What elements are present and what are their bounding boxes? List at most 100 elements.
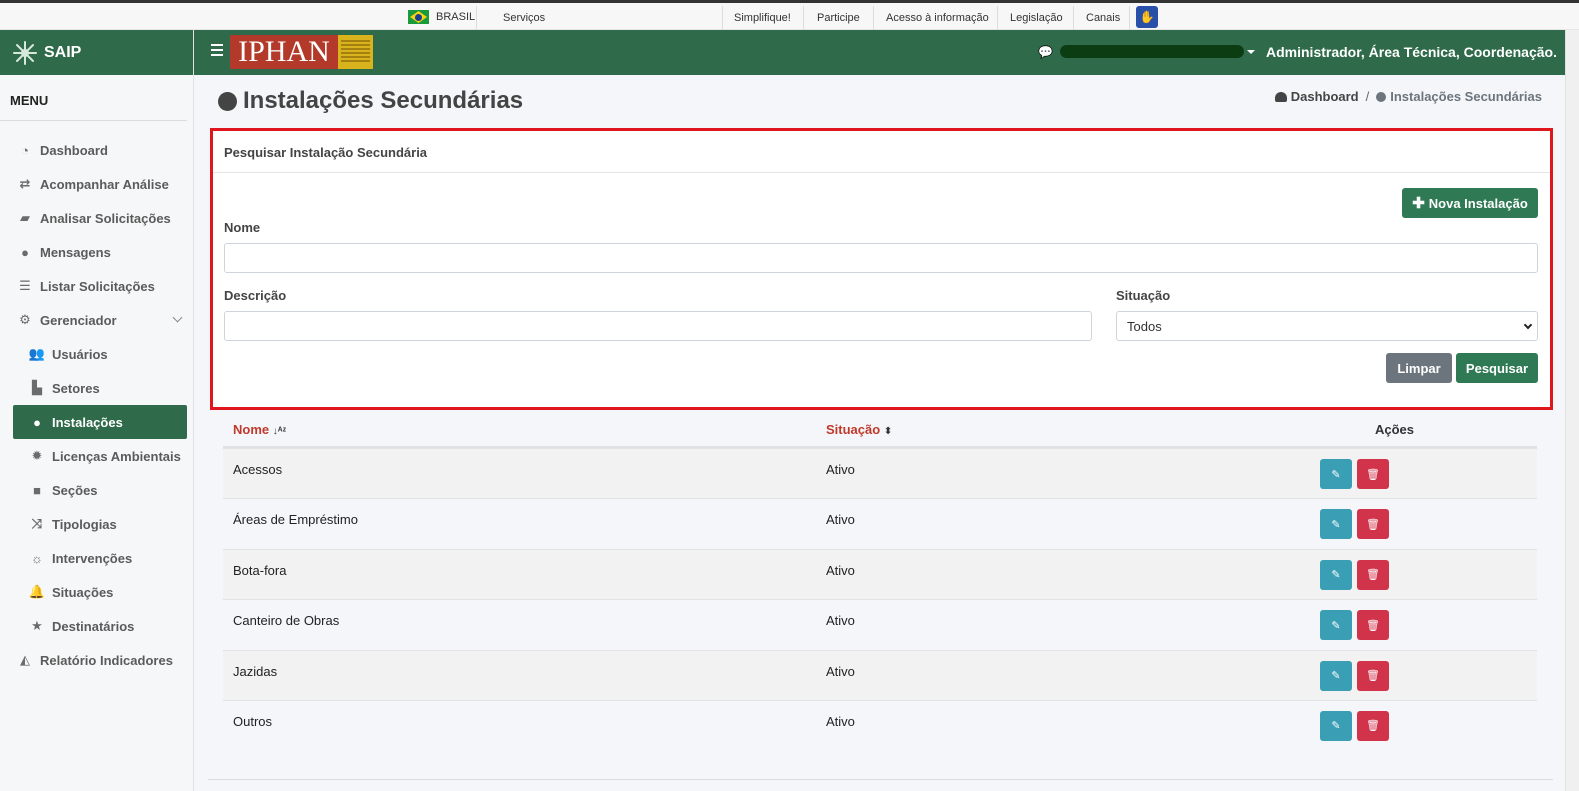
- sidebar-item-mensagens[interactable]: ● Mensagens: [0, 235, 193, 269]
- hamburger-menu-icon[interactable]: [211, 44, 223, 56]
- situacao-selected-value: Todos: [1127, 318, 1162, 334]
- sidebar-item-dashboard[interactable]: ◔ Dashboard: [0, 133, 193, 167]
- divider: [722, 6, 723, 30]
- table-header: Nome ↓ᴬᶻ Situação ⬍ Ações: [223, 412, 1537, 448]
- row-nome: Jazidas: [233, 663, 278, 679]
- sidebar-item-listar-solicitacoes[interactable]: ☰ Listar Solicitações: [0, 269, 193, 303]
- column-header-nome[interactable]: Nome ↓ᴬᶻ: [233, 422, 286, 437]
- table-row: Canteiro de Obras Ativo ✎ 🗑: [223, 599, 1537, 649]
- gov-link-simplifique[interactable]: Simplifique!: [734, 6, 791, 30]
- search-button[interactable]: Pesquisar: [1456, 353, 1538, 383]
- sidebar-item-secoes[interactable]: ■ Seções: [0, 473, 193, 507]
- sidebar-item-label: Destinatários: [52, 618, 135, 634]
- chevron-down-icon: [1523, 320, 1533, 330]
- sidebar-item-label: Dashboard: [40, 142, 108, 158]
- edit-icon: ✎: [1331, 670, 1341, 683]
- column-header-nome-label: Nome: [233, 422, 270, 437]
- table-row: Outros Ativo ✎ 🗑: [223, 699, 1537, 750]
- row-nome: Acessos: [233, 462, 283, 477]
- sidebar-item-usuarios[interactable]: 👥 Usuários: [0, 337, 193, 371]
- gov-top-bar: BRASIL Serviços Simplifique! Participe A…: [0, 0, 1579, 30]
- breadcrumb-dashboard-link[interactable]: Dashboard: [1291, 89, 1359, 104]
- gov-link-legislacao[interactable]: Legislação: [1010, 6, 1063, 30]
- plus-icon: ✚: [1412, 195, 1425, 212]
- results-table: Nome ↓ᴬᶻ Situação ⬍ Ações Acessos Ativo …: [223, 412, 1537, 750]
- nome-input[interactable]: [224, 243, 1538, 273]
- sidebar-item-gerenciador[interactable]: ⚙ Gerenciador: [0, 303, 193, 337]
- sidebar-item-label: Seções: [52, 482, 98, 498]
- sidebar-item-label: Gerenciador: [40, 312, 117, 328]
- chat-icon[interactable]: 💬: [1038, 45, 1053, 59]
- sidebar-item-analisar-solicitacoes[interactable]: ▰ Analisar Solicitações: [0, 201, 193, 235]
- sidebar-item-setores[interactable]: ▙ Setores: [0, 371, 193, 405]
- sidebar-item-licencas-ambientais[interactable]: ✹ Licenças Ambientais: [0, 439, 193, 473]
- delete-button[interactable]: 🗑: [1357, 559, 1389, 590]
- trash-icon: 🗑: [1366, 670, 1380, 683]
- caret-down-icon[interactable]: [1247, 50, 1255, 54]
- delete-button[interactable]: 🗑: [1357, 610, 1389, 641]
- trash-icon: 🗑: [1366, 619, 1380, 632]
- sidebar-item-situacoes[interactable]: 🔔 Situações: [0, 575, 193, 609]
- edit-button[interactable]: ✎: [1320, 559, 1352, 590]
- sidebar-item-intervencoes[interactable]: ☼ Intervenções: [0, 541, 193, 575]
- sidebar-item-destinatarios[interactable]: ★ Destinatários: [0, 609, 193, 643]
- page-scrollbar[interactable]: [1565, 30, 1579, 791]
- sidebar-item-tipologias[interactable]: ⤨ Tipologias: [0, 507, 193, 541]
- clear-button[interactable]: Limpar: [1386, 353, 1452, 383]
- edit-icon: ✎: [1331, 468, 1341, 481]
- delete-button[interactable]: 🗑: [1357, 660, 1389, 691]
- sort-alpha-icon: ↓ᴬᶻ: [272, 426, 287, 437]
- user-menu[interactable]: Administrador, Área Técnica, Coordenação…: [1266, 44, 1556, 60]
- situacao-select[interactable]: Todos: [1116, 311, 1538, 341]
- brasil-link[interactable]: BRASIL: [408, 6, 475, 28]
- users-icon: 👥: [28, 346, 46, 361]
- edit-icon: ✎: [1331, 720, 1341, 733]
- edit-button[interactable]: ✎: [1320, 610, 1352, 641]
- iphan-logo-text: IPHAN: [230, 35, 338, 69]
- search-card: Pesquisar Instalação Secundária ✚ Nova I…: [210, 128, 1553, 410]
- iphan-logo[interactable]: IPHAN: [230, 35, 373, 69]
- row-situacao: Ativo: [826, 562, 855, 578]
- certificate-icon: ✹: [31, 448, 43, 463]
- edit-icon: ✎: [1331, 569, 1341, 582]
- new-installation-button[interactable]: ✚ Nova Instalação: [1402, 188, 1538, 218]
- vlibras-accessibility-icon[interactable]: ✋: [1136, 6, 1158, 28]
- sidebar-item-instalacoes[interactable]: ● Instalações: [13, 405, 187, 439]
- page-title-text: Instalações Secundárias: [243, 87, 524, 114]
- sidebar-item-label: Usuários: [52, 346, 108, 362]
- descricao-input[interactable]: [224, 311, 1092, 341]
- trash-icon: 🗑: [1366, 518, 1380, 531]
- column-header-acoes: Ações: [1375, 422, 1415, 437]
- gov-link-acesso-informacao[interactable]: Acesso à informação: [886, 6, 989, 30]
- edit-button[interactable]: ✎: [1320, 710, 1352, 741]
- trash-icon: 🗑: [1366, 468, 1380, 481]
- sidebar-item-label: Mensagens: [40, 244, 111, 260]
- gov-link-canais[interactable]: Canais: [1086, 6, 1120, 30]
- edit-button[interactable]: ✎: [1320, 509, 1352, 540]
- row-nome: Bota-fora: [233, 562, 287, 578]
- edit-button[interactable]: ✎: [1320, 660, 1352, 691]
- table-row: Jazidas Ativo ✎ 🗑: [223, 649, 1537, 700]
- delete-button[interactable]: 🗑: [1357, 459, 1389, 489]
- circle-icon: ●: [33, 414, 41, 430]
- gov-link-participe[interactable]: Participe: [817, 6, 860, 30]
- sidebar-item-relatorio-indicadores[interactable]: ◭ Relatório Indicadores: [0, 643, 193, 677]
- table-row: Bota-fora Ativo ✎ 🗑: [223, 548, 1537, 600]
- breadcrumb-current: Instalações Secundárias: [1390, 89, 1542, 104]
- sidebar-item-acompanhar-analise[interactable]: ⇄ Acompanhar Análise: [0, 167, 193, 201]
- brand-name: SAIP: [44, 43, 82, 61]
- comments-icon: ●: [21, 244, 29, 260]
- edit-button[interactable]: ✎: [1320, 459, 1352, 489]
- sidebar-item-label: Tipologias: [52, 516, 117, 532]
- gov-link-servicos[interactable]: Serviços: [503, 6, 545, 30]
- brand-link[interactable]: SAIP: [0, 30, 193, 75]
- situacao-label: Situação: [1116, 288, 1171, 303]
- redacted-user-info[interactable]: [1060, 45, 1244, 58]
- descricao-label: Descrição: [224, 288, 287, 303]
- delete-button[interactable]: 🗑: [1357, 509, 1389, 540]
- square-icon: ■: [33, 482, 41, 498]
- column-header-situacao[interactable]: Situação ⬍: [826, 422, 892, 437]
- delete-button[interactable]: 🗑: [1357, 710, 1389, 741]
- random-icon: ⤨: [31, 516, 43, 531]
- book-icon: ▰: [20, 210, 30, 225]
